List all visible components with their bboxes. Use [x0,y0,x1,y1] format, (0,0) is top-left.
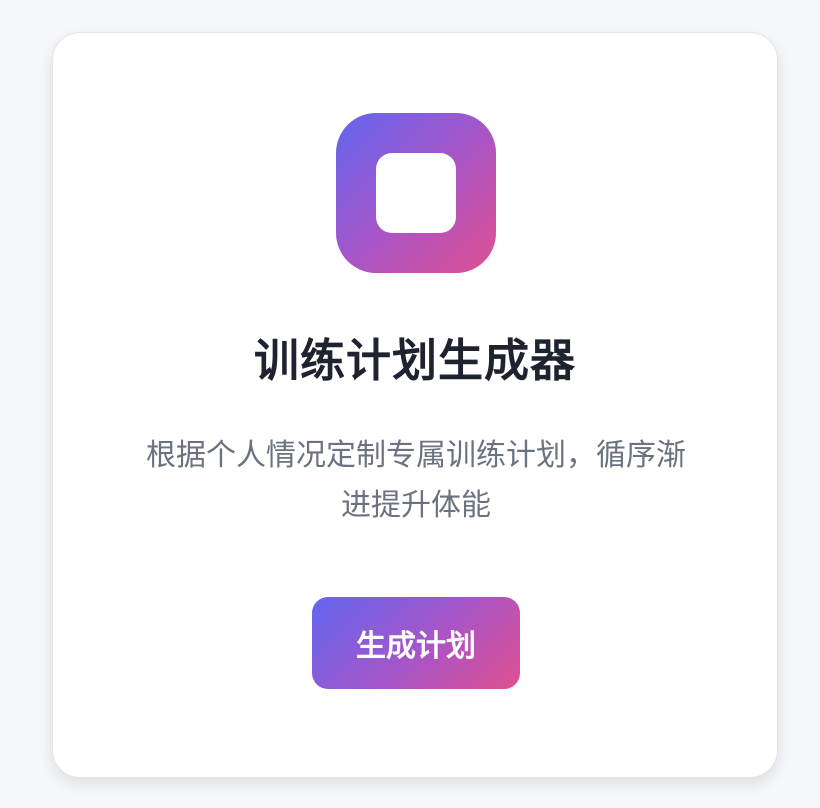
card-description: 根据个人情况定制专属训练计划，循序渐进提升体能 [146,438,686,523]
app-logo-inner-square [376,153,456,233]
app-logo-icon [336,113,496,273]
card-title: 训练计划生成器 [253,334,576,387]
plan-generator-card: 训练计划生成器 根据个人情况定制专属训练计划，循序渐进提升体能 生成计划 [52,32,778,778]
generate-plan-button[interactable]: 生成计划 [312,597,520,689]
